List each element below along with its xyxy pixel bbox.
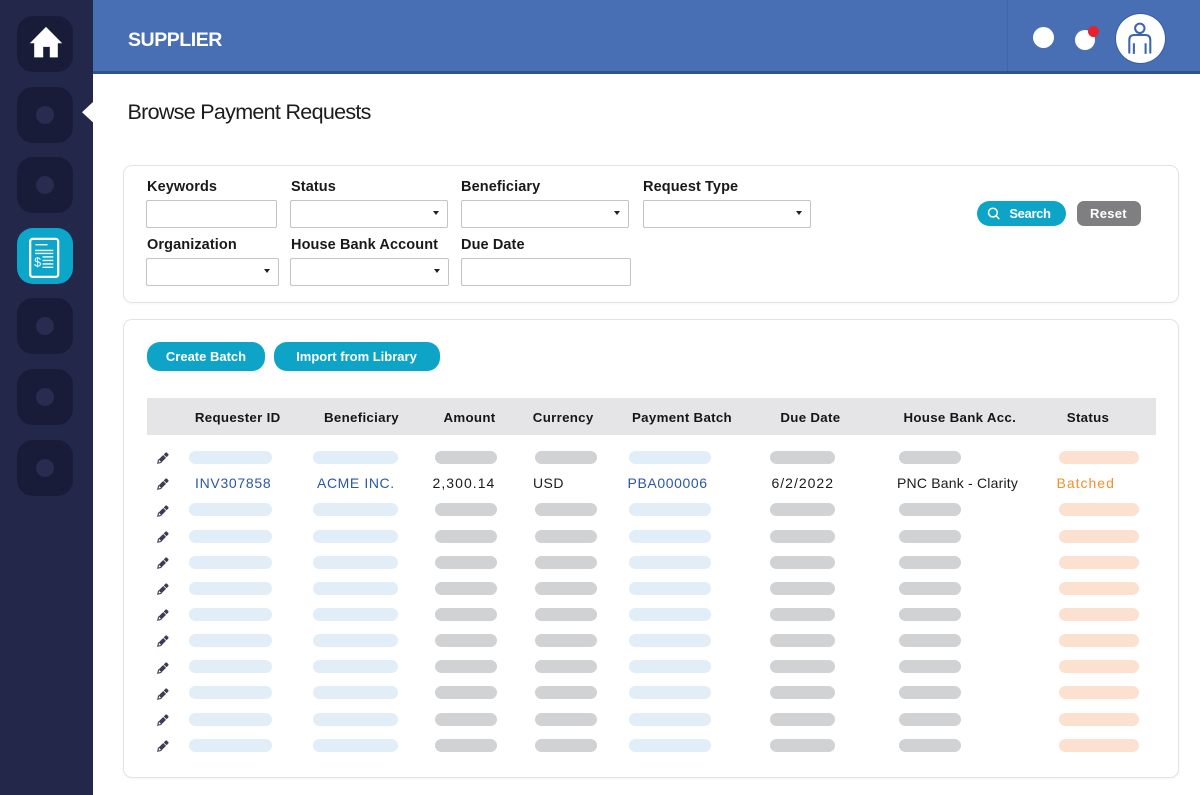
svg-text:$: $	[34, 255, 41, 269]
